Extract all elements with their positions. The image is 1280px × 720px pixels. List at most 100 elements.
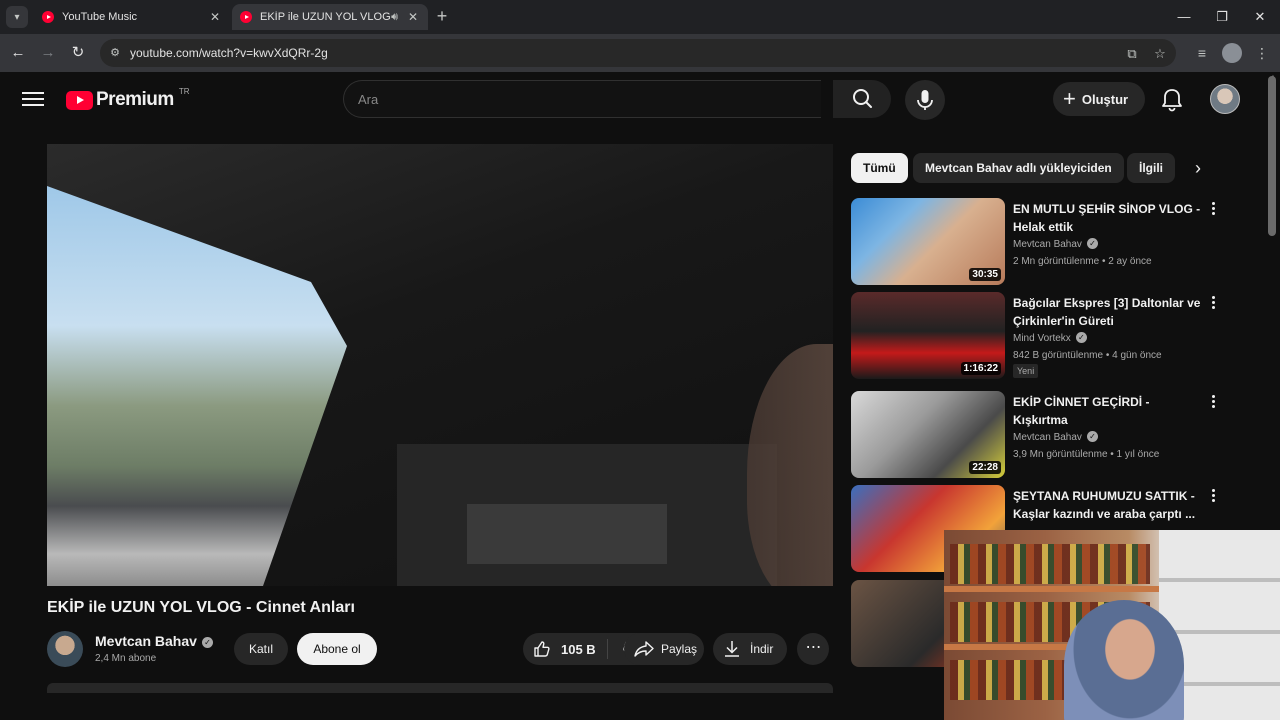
tab-title: EKİP ile UZUN YOL VLOG - xyxy=(260,11,392,23)
bell-icon xyxy=(1162,89,1182,112)
chip-from-uploader[interactable]: Mevtcan Bahav adlı yükleyiciden xyxy=(913,153,1124,183)
page-scrollbar[interactable] xyxy=(1268,76,1276,236)
youtube-favicon-icon xyxy=(240,11,252,23)
create-button[interactable]: + Oluştur xyxy=(1053,82,1145,116)
country-code: TR xyxy=(178,86,190,96)
verified-check-icon: ✓ xyxy=(1086,238,1098,249)
create-label: Oluştur xyxy=(1081,91,1129,107)
browser-tab-youtube-music[interactable]: YouTube Music ✕ xyxy=(34,4,230,30)
new-badge: Yeni xyxy=(1013,364,1039,378)
account-avatar[interactable] xyxy=(1210,84,1240,114)
video-thumbnail[interactable]: 30:35 xyxy=(851,198,1005,285)
youtube-header: Premium TR + Oluştur xyxy=(0,72,1280,128)
channel-name-link[interactable]: Mevtcan Bahav ✓ xyxy=(95,633,213,649)
browser-tab-video[interactable]: EKİP ile UZUN YOL VLOG - 🔊︎ ✕ xyxy=(232,4,428,30)
subscribe-button[interactable]: Abone ol xyxy=(297,633,377,665)
video-frame-detail xyxy=(467,504,667,564)
video-thumbnail[interactable]: 1:16:22 xyxy=(851,292,1005,379)
more-actions-button[interactable]: ⋯ xyxy=(797,633,829,665)
more-options-icon[interactable] xyxy=(1207,202,1219,217)
video-player[interactable] xyxy=(47,144,833,586)
chip-related[interactable]: İlgili xyxy=(1127,153,1175,183)
address-bar[interactable]: ⚙ youtube.com/watch?v=kwvXdQRr-2g ⧉ ☆ xyxy=(100,39,1176,67)
channel-name[interactable]: Mevtcan Bahav xyxy=(95,633,197,649)
recommendation-item[interactable]: 22:28 EKİP CİNNET GEÇİRDİ - Kışkırtma Me… xyxy=(851,391,1221,481)
verified-check-icon: ✓ xyxy=(1086,431,1098,442)
back-button[interactable]: ← xyxy=(8,43,28,63)
browser-profile-icon[interactable] xyxy=(1222,43,1242,63)
search-icon xyxy=(853,89,872,108)
guide-menu-button[interactable] xyxy=(22,88,44,110)
channel-name: Mevtcan Bahav xyxy=(1013,239,1082,250)
recommendation-item[interactable]: 1:16:22 Bağcılar Ekspres [3] Daltonlar v… xyxy=(851,292,1221,382)
close-window-button[interactable]: ✕ xyxy=(1240,6,1280,28)
new-tab-button[interactable]: + xyxy=(432,6,452,26)
site-info-icon[interactable]: ⚙ xyxy=(108,46,122,60)
like-divider xyxy=(607,639,608,659)
tab-close-icon[interactable]: ✕ xyxy=(208,10,222,24)
video-title: EKİP ile UZUN YOL VLOG - Cinnet Anları xyxy=(47,599,355,616)
browser-tab-bar: ▾ YouTube Music ✕ EKİP ile UZUN YOL VLOG… xyxy=(0,0,1280,34)
browser-menu-icon[interactable]: ⋮ xyxy=(1252,43,1272,63)
youtube-premium-logo[interactable]: Premium TR xyxy=(66,86,190,112)
browser-toolbar: ← → ↻ ⚙ youtube.com/watch?v=kwvXdQRr-2g … xyxy=(0,34,1280,72)
search-box xyxy=(343,80,821,118)
webcam-shelf xyxy=(944,586,1159,592)
recommendation-meta: 2 Mn görüntülenme • 2 ay önce xyxy=(1013,256,1152,267)
audio-playing-icon[interactable]: 🔊︎ xyxy=(391,11,398,24)
more-options-icon[interactable] xyxy=(1207,296,1219,311)
reload-button[interactable]: ↻ xyxy=(68,43,88,63)
recommendation-item[interactable]: 30:35 EN MUTLU ŞEHİR SİNOP VLOG - Helak … xyxy=(851,198,1221,288)
thumbs-up-icon xyxy=(534,641,550,657)
channel-name: Mind Vortekx xyxy=(1013,333,1071,344)
like-count: 105 B xyxy=(561,641,596,657)
search-input[interactable] xyxy=(358,90,798,108)
forward-button[interactable]: → xyxy=(38,43,58,63)
url-text[interactable]: youtube.com/watch?v=kwvXdQRr-2g xyxy=(130,46,328,60)
subscriber-count: 2,4 Mn abone xyxy=(95,653,157,664)
related-filter-chips: Tümü Mevtcan Bahav adlı yükleyiciden İlg… xyxy=(851,153,1211,183)
recommendation-title[interactable]: Bağcılar Ekspres [3] Daltonlar ve Çirkin… xyxy=(1013,294,1203,330)
webcam-shelf-bottles xyxy=(950,544,1150,584)
download-label: İndir xyxy=(750,642,774,656)
chips-next-arrow-icon[interactable]: › xyxy=(1186,156,1210,180)
recommendation-meta: 3,9 Mn görüntülenme • 1 yıl önce xyxy=(1013,449,1160,460)
share-arrow-icon xyxy=(634,641,654,657)
channel-name: Mevtcan Bahav xyxy=(1013,432,1082,443)
install-app-icon[interactable]: ⧉ xyxy=(1124,46,1140,62)
video-thumbnail[interactable]: 22:28 xyxy=(851,391,1005,478)
description-box[interactable] xyxy=(47,683,833,693)
chip-all[interactable]: Tümü xyxy=(851,153,908,183)
bookmark-star-icon[interactable]: ☆ xyxy=(1152,46,1168,62)
share-button[interactable]: Paylaş xyxy=(624,633,704,665)
tab-title: YouTube Music xyxy=(62,11,138,23)
like-button[interactable]: 105 B xyxy=(523,633,607,665)
microphone-icon xyxy=(917,90,933,110)
more-options-icon[interactable] xyxy=(1207,489,1219,504)
tab-search-button[interactable]: ▾ xyxy=(6,6,28,28)
cast-media-icon[interactable]: ≡ xyxy=(1192,43,1212,63)
verified-check-icon: ✓ xyxy=(201,637,213,648)
plus-icon: + xyxy=(1063,86,1076,111)
recommendation-channel: Mind Vortekx ✓ xyxy=(1013,332,1087,344)
minimize-button[interactable]: — xyxy=(1164,6,1204,28)
webcam-overlay xyxy=(944,530,1280,720)
channel-avatar[interactable] xyxy=(47,631,83,667)
search-button[interactable] xyxy=(833,80,891,118)
notifications-button[interactable] xyxy=(1158,84,1186,114)
maximize-button[interactable]: ❐ xyxy=(1202,6,1242,28)
youtube-logo-icon xyxy=(66,90,93,110)
duration-badge: 30:35 xyxy=(969,268,1001,281)
duration-badge: 1:16:22 xyxy=(960,362,1001,375)
recommendation-title[interactable]: ŞEYTANA RUHUMUZU SATTIK - Kaşlar kazındı… xyxy=(1013,487,1203,523)
voice-search-button[interactable] xyxy=(905,80,945,120)
download-button[interactable]: İndir xyxy=(713,633,787,665)
recommendation-title[interactable]: EKİP CİNNET GEÇİRDİ - Kışkırtma xyxy=(1013,393,1203,429)
download-icon xyxy=(725,641,739,657)
youtube-music-favicon-icon xyxy=(42,11,54,23)
tab-close-icon[interactable]: ✕ xyxy=(406,10,420,24)
recommendation-title[interactable]: EN MUTLU ŞEHİR SİNOP VLOG - Helak ettik xyxy=(1013,200,1203,236)
share-label: Paylaş xyxy=(661,642,698,656)
more-options-icon[interactable] xyxy=(1207,395,1219,410)
join-button[interactable]: Katıl xyxy=(234,633,288,665)
